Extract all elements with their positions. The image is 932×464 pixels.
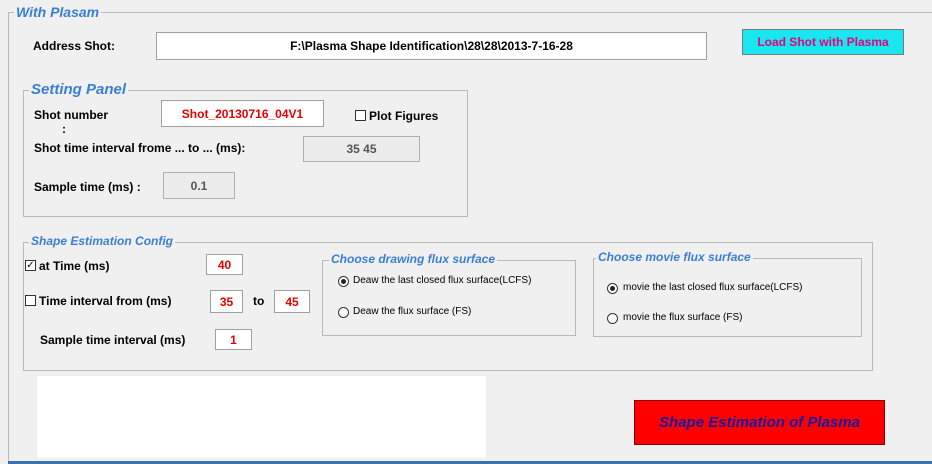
load-shot-button-label: Load Shot with Plasma	[757, 35, 889, 49]
movie-lcfs-label: movie the last closed flux surface(LCFS)	[623, 282, 803, 293]
shape-estimation-button[interactable]: Shape Estimation of Plasma	[634, 400, 885, 445]
sample-time-field[interactable]: 0.1	[163, 172, 235, 199]
at-time-checkbox[interactable]: ✓	[25, 260, 36, 271]
movie-flux-frame	[593, 258, 862, 337]
output-area	[37, 376, 486, 458]
plot-figures-label: Plot Figures	[369, 109, 439, 123]
movie-fs-radio[interactable]	[607, 313, 618, 324]
movie-fs-label: movie the flux surface (FS)	[623, 312, 743, 323]
interval-to-label: to	[253, 294, 265, 308]
drawing-flux-frame	[322, 260, 576, 336]
shot-number-field[interactable]: Shot_20130716_04V1	[161, 100, 324, 127]
drawing-fs-label: Deaw the flux surface (FS)	[353, 306, 472, 317]
drawing-fs-radio[interactable]	[338, 307, 349, 318]
shot-interval-field[interactable]: 35 45	[303, 136, 420, 162]
interval-to-field[interactable]: 45	[274, 290, 310, 313]
sample-interval-label: Sample time interval (ms)	[40, 333, 186, 347]
sample-interval-field[interactable]: 1	[215, 329, 252, 350]
time-interval-checkbox[interactable]	[25, 295, 36, 306]
at-time-field[interactable]: 40	[206, 254, 243, 275]
address-field[interactable]: F:\Plasma Shape Identification\28\28\201…	[156, 32, 707, 60]
shape-config-title: Shape Estimation Config	[29, 234, 176, 248]
plot-figures-checkbox[interactable]	[355, 110, 366, 121]
drawing-lcfs-radio[interactable]	[338, 276, 349, 287]
sample-time-label: Sample time (ms) :	[34, 180, 141, 194]
at-time-label: at Time (ms)	[39, 259, 110, 273]
time-interval-label: Time interval from (ms)	[39, 294, 172, 308]
shot-number-label: Shot number	[34, 108, 108, 122]
load-shot-button[interactable]: Load Shot with Plasma	[742, 29, 904, 55]
drawing-lcfs-label: Deaw the last closed flux surface(LCFS)	[353, 275, 532, 286]
shot-number-colon: :	[62, 122, 66, 136]
movie-lcfs-radio[interactable]	[607, 283, 618, 294]
interval-from-field[interactable]: 35	[210, 290, 243, 313]
address-label: Address Shot:	[33, 39, 116, 53]
shot-interval-label: Shot time interval frome ... to ... (ms)…	[34, 141, 246, 155]
drawing-flux-title: Choose drawing flux surface	[329, 252, 498, 266]
main-panel-title: With Plasam	[14, 4, 102, 20]
setting-panel-title: Setting Panel	[29, 81, 129, 98]
movie-flux-title: Choose movie flux surface	[596, 250, 753, 264]
shape-estimation-button-label: Shape Estimation of Plasma	[659, 414, 860, 431]
